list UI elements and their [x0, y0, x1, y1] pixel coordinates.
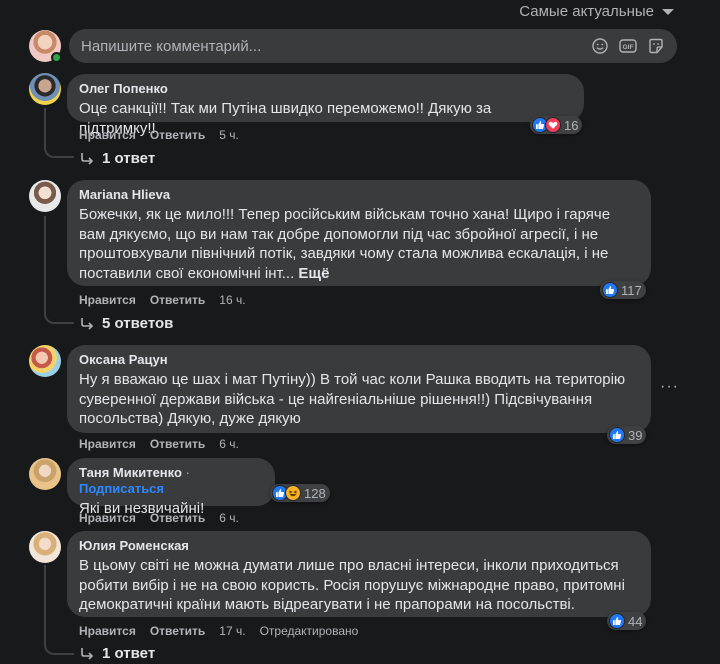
reply-link[interactable]: Ответить [150, 437, 205, 451]
comment-text: В цьому світі не можна думати лише про в… [79, 557, 625, 613]
comment-actions: Нравится Ответить 6 ч. [79, 437, 239, 451]
reaction-summary[interactable]: 128 [270, 484, 330, 502]
reaction-summary[interactable]: 117 [600, 281, 646, 299]
reaction-count: 44 [628, 613, 643, 629]
replies-count: 1 ответ [102, 645, 156, 662]
comment-bubble: Mariana Hlieva Божечки, як це мило!!! Те… [67, 180, 651, 286]
comment-author[interactable]: Оксана Рацун [79, 352, 639, 368]
comment-author[interactable]: Олег Попенко [79, 81, 572, 97]
online-status-icon [51, 52, 62, 63]
reply-arrow-icon [81, 647, 94, 660]
caret-down-icon [662, 8, 674, 15]
comment-actions: Нравится Ответить 16 ч. [79, 293, 246, 307]
reply-link[interactable]: Ответить [150, 293, 205, 307]
more-options-icon[interactable]: ··· [660, 378, 679, 396]
like-icon [602, 282, 618, 298]
view-replies[interactable]: 5 ответов [80, 315, 173, 332]
like-icon [609, 427, 625, 443]
reaction-count: 128 [304, 485, 326, 501]
view-replies[interactable]: 1 ответ [80, 150, 155, 167]
gif-icon[interactable]: GIF [619, 37, 637, 55]
like-link[interactable]: Нравится [79, 437, 136, 451]
current-user-avatar[interactable] [29, 30, 62, 63]
comment-actions: Нравится Ответить 6 ч. [79, 511, 239, 525]
reaction-count: 117 [621, 282, 642, 298]
reaction-summary[interactable]: 44 [607, 612, 647, 630]
thread-line [44, 108, 74, 158]
timestamp[interactable]: 16 ч. [219, 293, 245, 307]
reply-arrow-icon [81, 152, 94, 165]
like-icon [609, 613, 625, 629]
sort-dropdown[interactable]: Самые актуальные [519, 3, 674, 20]
comment-author[interactable]: Mariana Hlieva [79, 187, 639, 203]
sort-label: Самые актуальные [519, 3, 654, 20]
svg-text:GIF: GIF [623, 44, 634, 51]
emoji-icon[interactable] [591, 37, 609, 55]
comment-text: Ну я вважаю це шах і мат Путіну)) В той … [79, 371, 626, 427]
comment-actions: Нравится Ответить 5 ч. [79, 128, 239, 142]
timestamp[interactable]: 6 ч. [219, 511, 239, 525]
see-more-link[interactable]: Ещё [298, 265, 329, 282]
timestamp[interactable]: 6 ч. [219, 437, 239, 451]
comment-author[interactable]: Юлия Роменская [79, 538, 639, 554]
reply-link[interactable]: Ответить [150, 624, 205, 638]
comment-input-box[interactable]: GIF [69, 29, 677, 63]
edited-label: Отредактировано [259, 624, 359, 638]
view-replies[interactable]: 1 ответ [80, 645, 155, 662]
replies-count: 5 ответов [102, 315, 174, 332]
avatar[interactable] [29, 458, 61, 490]
reaction-count: 39 [628, 427, 643, 443]
like-link[interactable]: Нравится [79, 128, 136, 142]
sticker-icon[interactable] [647, 37, 665, 55]
replies-count: 1 ответ [102, 150, 156, 167]
timestamp[interactable]: 5 ч. [219, 128, 239, 142]
like-link[interactable]: Нравится [79, 293, 136, 307]
reply-link[interactable]: Ответить [150, 511, 205, 525]
avatar[interactable] [29, 531, 61, 563]
comment-bubble: Олег Попенко Оце санкції!! Так ми Путіна… [67, 74, 584, 137]
avatar[interactable] [29, 180, 61, 212]
reply-arrow-icon [81, 317, 94, 330]
avatar[interactable] [29, 345, 61, 377]
comment-bubble: Юлия Роменская В цьому світі не можна ду… [67, 531, 651, 617]
love-icon [545, 117, 561, 133]
comment-actions: Нравится Ответить 17 ч. Отредактировано [79, 624, 358, 638]
subscribe-link[interactable]: Подписаться [79, 481, 164, 496]
haha-icon [285, 485, 301, 501]
like-link[interactable]: Нравится [79, 624, 136, 638]
reaction-summary[interactable]: 16 [530, 116, 583, 134]
separator-dot: · [185, 465, 190, 480]
comment-bubble: Оксана Рацун Ну я вважаю це шах і мат Пу… [67, 345, 651, 433]
reaction-count: 16 [564, 117, 579, 133]
comment-bubble: Таня Микитенко · Подписаться Які ви незв… [67, 458, 275, 517]
avatar[interactable] [29, 73, 61, 105]
reply-link[interactable]: Ответить [150, 128, 205, 142]
like-link[interactable]: Нравится [79, 511, 136, 525]
comment-text: Божечки, як це мило!!! Тепер російським … [79, 206, 611, 282]
comment-author: Таня Микитенко · Подписаться [79, 465, 190, 496]
timestamp[interactable]: 17 ч. [219, 624, 245, 638]
comment-input[interactable] [81, 37, 591, 55]
comment-composer: GIF [29, 29, 677, 63]
reaction-summary[interactable]: 39 [607, 426, 647, 444]
